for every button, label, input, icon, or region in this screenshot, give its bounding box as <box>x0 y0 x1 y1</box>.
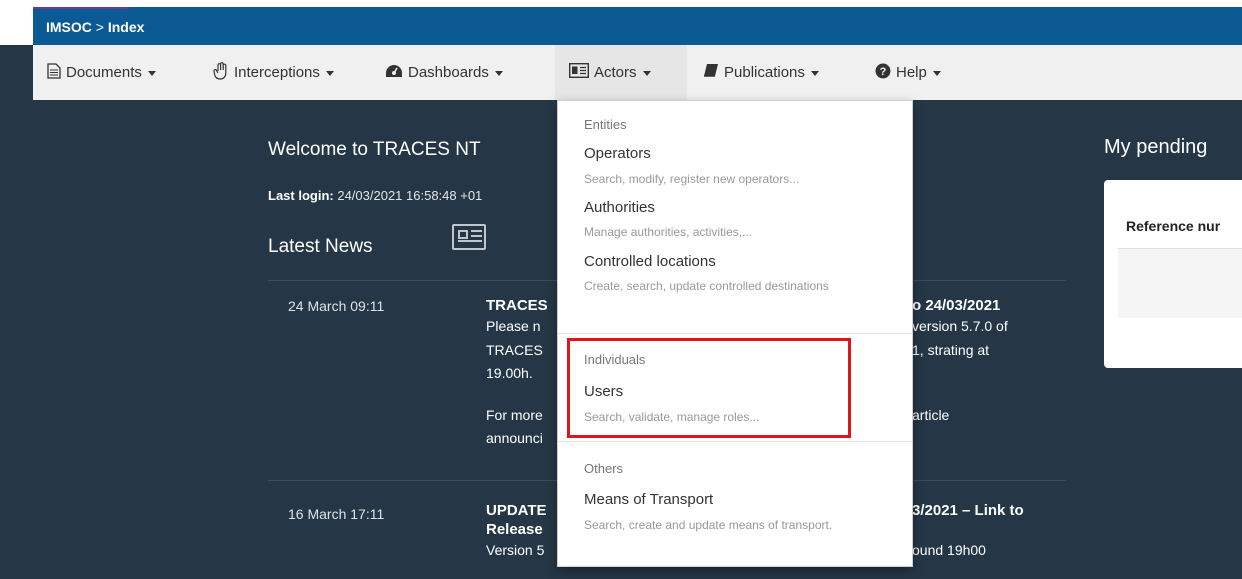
chevron-down-icon <box>932 71 941 76</box>
menu-item-means-of-transport[interactable]: Means of Transport <box>584 491 713 508</box>
dropdown-divider <box>558 441 912 442</box>
last-login-value: 24/03/2021 16:58:48 +01 <box>337 188 483 203</box>
dropdown-section-header: Entities <box>584 117 627 132</box>
news-text: ound 19h00 <box>912 542 986 558</box>
news-text: article <box>912 407 950 423</box>
nav-documents[interactable]: Documents <box>47 45 156 100</box>
last-login-label: Last login: <box>268 188 334 203</box>
chevron-down-icon <box>642 71 651 76</box>
top-bar: IMSOC > Index <box>0 0 1242 45</box>
news-text: TRACES <box>486 342 543 358</box>
chevron-down-icon <box>147 71 156 76</box>
menu-item-authorities[interactable]: Authorities <box>584 199 655 216</box>
dropdown-section-header: Others <box>584 461 624 476</box>
news-text: Please n <box>486 318 541 334</box>
accent-line <box>33 7 129 9</box>
nav-actors[interactable]: Actors <box>555 45 687 100</box>
menu-item-desc: Search, modify, register new operators..… <box>584 172 800 186</box>
breadcrumb: IMSOC > Index <box>46 19 144 35</box>
news-text: version 5.7.0 of <box>912 318 1008 334</box>
menu-item-desc: Manage authorities, activities,... <box>584 225 753 239</box>
dropdown-divider <box>558 333 912 334</box>
nav-dashboards[interactable]: Dashboards <box>385 45 503 100</box>
nav-documents-label: Documents <box>66 64 142 81</box>
question-icon: ? <box>875 63 891 83</box>
breadcrumb-app[interactable]: IMSOC <box>46 19 92 35</box>
hand-icon <box>213 61 229 84</box>
nav-publications[interactable]: Publications <box>703 45 819 100</box>
news-text: 19.00h. <box>486 365 533 381</box>
nav-actors-label: Actors <box>594 64 637 81</box>
book-icon <box>703 63 719 82</box>
news-text: For more <box>486 407 543 423</box>
last-login: Last login: 24/03/2021 16:58:48 +01 <box>268 188 482 203</box>
menu-item-desc: Search, create and update means of trans… <box>584 518 833 532</box>
main-nav: Documents Interceptions Dashboards Actor… <box>33 45 1242 100</box>
welcome-heading: Welcome to TRACES NT <box>268 139 481 160</box>
pending-heading: My pending <box>1104 136 1208 158</box>
nav-interceptions[interactable]: Interceptions <box>213 45 334 100</box>
highlight-box <box>567 338 851 438</box>
document-icon <box>47 62 61 83</box>
news-text: Version 5 <box>486 542 545 558</box>
menu-item-controlled-locations[interactable]: Controlled locations <box>584 253 716 270</box>
nav-publications-label: Publications <box>724 64 805 81</box>
news-title-cont[interactable]: o 24/03/2021 <box>912 296 1000 315</box>
svg-text:?: ? <box>880 66 887 78</box>
menu-item-operators[interactable]: Operators <box>584 145 651 162</box>
dashboard-icon <box>385 64 403 82</box>
nav-help-label: Help <box>896 64 927 81</box>
id-card-icon <box>568 62 590 82</box>
chevron-down-icon <box>494 71 503 76</box>
actors-dropdown-menu: Entities Operators Search, modify, regis… <box>557 100 913 567</box>
news-text: 1, strating at <box>912 342 990 358</box>
breadcrumb-bar: IMSOC > Index <box>33 7 1242 45</box>
news-title-cont[interactable]: Release <box>486 520 543 539</box>
newspaper-icon <box>452 224 486 250</box>
chevron-down-icon <box>325 71 334 76</box>
table-row <box>1118 248 1242 318</box>
news-date: 16 March 17:11 <box>288 506 385 522</box>
breadcrumb-page: Index <box>107 19 145 35</box>
menu-item-desc: Create, search, update controlled destin… <box>584 279 829 293</box>
nav-help[interactable]: ? Help <box>875 45 941 100</box>
nav-interceptions-label: Interceptions <box>234 64 320 81</box>
latest-news-heading: Latest News <box>268 236 373 257</box>
breadcrumb-separator: > <box>95 19 104 35</box>
news-title-cont[interactable]: 3/2021 – Link to <box>912 501 1024 520</box>
reference-number-header[interactable]: Reference nur <box>1126 218 1220 234</box>
chevron-down-icon <box>810 71 819 76</box>
pending-card: Reference nur <box>1104 180 1242 368</box>
news-text: announci <box>486 430 543 446</box>
nav-dashboards-label: Dashboards <box>408 64 489 81</box>
news-title[interactable]: UPDATE <box>486 501 547 520</box>
news-title[interactable]: TRACES <box>486 296 548 315</box>
news-date: 24 March 09:11 <box>288 298 385 314</box>
